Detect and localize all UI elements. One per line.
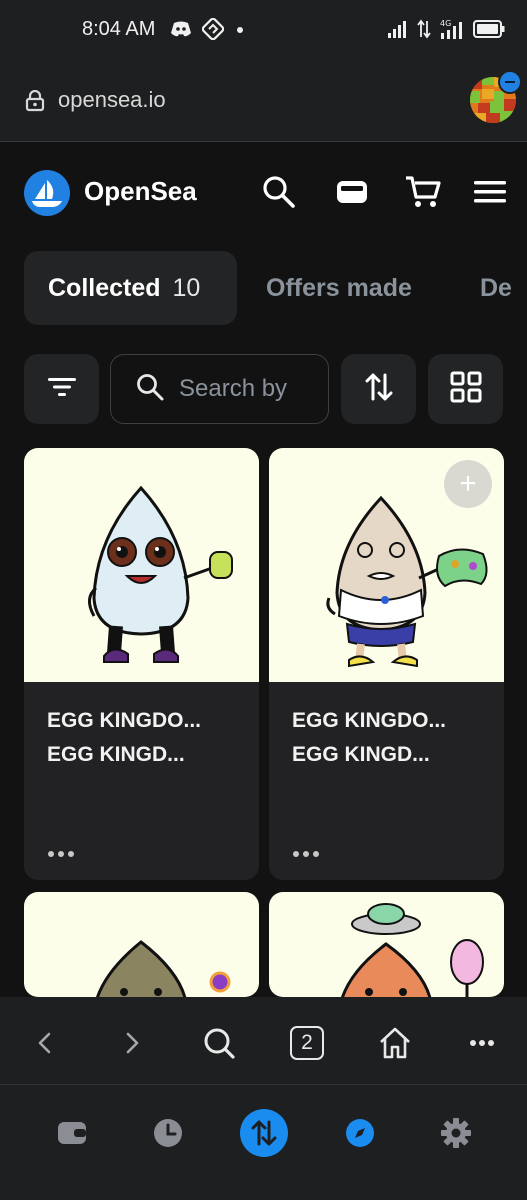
search-icon[interactable] bbox=[259, 172, 299, 212]
tab-partial[interactable]: De bbox=[480, 251, 527, 325]
item-name: EGG KINGD... bbox=[292, 743, 430, 766]
settings-icon[interactable] bbox=[432, 1109, 480, 1157]
site-header: OpenSea bbox=[0, 142, 527, 242]
cart-icon[interactable] bbox=[403, 172, 443, 212]
battery-icon bbox=[473, 20, 505, 43]
tab-label: De bbox=[480, 273, 512, 302]
nft-card[interactable]: EGG KINGDO... EGG KINGD... bbox=[24, 448, 259, 880]
menu-icon[interactable] bbox=[470, 172, 510, 212]
filter-button[interactable] bbox=[24, 354, 99, 424]
address-bar[interactable]: opensea.io bbox=[0, 60, 527, 142]
add-to-cart-button[interactable]: + bbox=[444, 460, 492, 508]
signal-4g-icon: 4G bbox=[439, 18, 465, 45]
search-input[interactable] bbox=[179, 375, 328, 403]
app-navigation bbox=[0, 1085, 527, 1200]
history-icon[interactable] bbox=[144, 1109, 192, 1157]
explore-icon[interactable] bbox=[336, 1109, 384, 1157]
data-arrows-icon bbox=[417, 19, 431, 44]
wallet-icon[interactable] bbox=[48, 1109, 96, 1157]
tabs-icon[interactable]: 2 bbox=[285, 1021, 329, 1065]
item-name: EGG KINGD... bbox=[47, 743, 185, 766]
tab-collected[interactable]: Collected 10 bbox=[24, 251, 237, 325]
wallet-icon[interactable] bbox=[332, 172, 372, 212]
browser-toolbar: 2 bbox=[0, 997, 527, 1085]
opensea-logo-icon[interactable] bbox=[24, 170, 70, 216]
tab-label: Offers made bbox=[266, 273, 412, 302]
grid-icon bbox=[450, 371, 482, 408]
nft-image[interactable] bbox=[24, 448, 259, 682]
url-text[interactable]: opensea.io bbox=[58, 87, 166, 113]
filter-icon bbox=[47, 375, 77, 404]
status-time: 8:04 AM bbox=[82, 18, 156, 40]
search-icon[interactable] bbox=[197, 1021, 241, 1065]
app-icon bbox=[201, 17, 225, 45]
signal-icon bbox=[387, 19, 409, 44]
brand-name[interactable]: OpenSea bbox=[84, 176, 197, 207]
nft-image[interactable]: + bbox=[269, 448, 504, 682]
sort-icon bbox=[364, 371, 394, 408]
swap-icon[interactable] bbox=[240, 1109, 288, 1157]
more-options-icon[interactable] bbox=[292, 846, 320, 864]
grid-view-button[interactable] bbox=[428, 354, 503, 424]
nft-image[interactable] bbox=[269, 892, 504, 997]
tab-label: Collected bbox=[48, 273, 161, 302]
nft-image[interactable] bbox=[24, 892, 259, 997]
home-icon[interactable] bbox=[373, 1021, 417, 1065]
collection-name: EGG KINGDO... bbox=[292, 709, 447, 732]
nft-card[interactable] bbox=[269, 892, 504, 997]
notification-badge bbox=[498, 70, 522, 94]
tab-offers-made[interactable]: Offers made bbox=[266, 251, 412, 325]
tab-count: 2 bbox=[290, 1026, 324, 1060]
status-bar: 8:04 AM 4G bbox=[0, 0, 527, 60]
more-icon[interactable] bbox=[460, 1021, 504, 1065]
search-field[interactable] bbox=[110, 354, 329, 424]
dot-icon bbox=[234, 23, 246, 41]
collection-name: EGG KINGDO... bbox=[47, 709, 202, 732]
more-options-icon[interactable] bbox=[47, 846, 75, 864]
back-icon[interactable] bbox=[23, 1021, 67, 1065]
svg-text:4G: 4G bbox=[440, 19, 451, 28]
discord-icon bbox=[170, 20, 192, 43]
nft-card[interactable] bbox=[24, 892, 259, 997]
tab-count: 10 bbox=[172, 273, 201, 302]
forward-icon[interactable] bbox=[110, 1021, 154, 1065]
lock-icon bbox=[24, 89, 46, 117]
nft-card[interactable]: + EGG KINGDO... EGG KINGD... bbox=[269, 448, 504, 880]
search-icon bbox=[135, 372, 165, 407]
sort-button[interactable] bbox=[341, 354, 416, 424]
